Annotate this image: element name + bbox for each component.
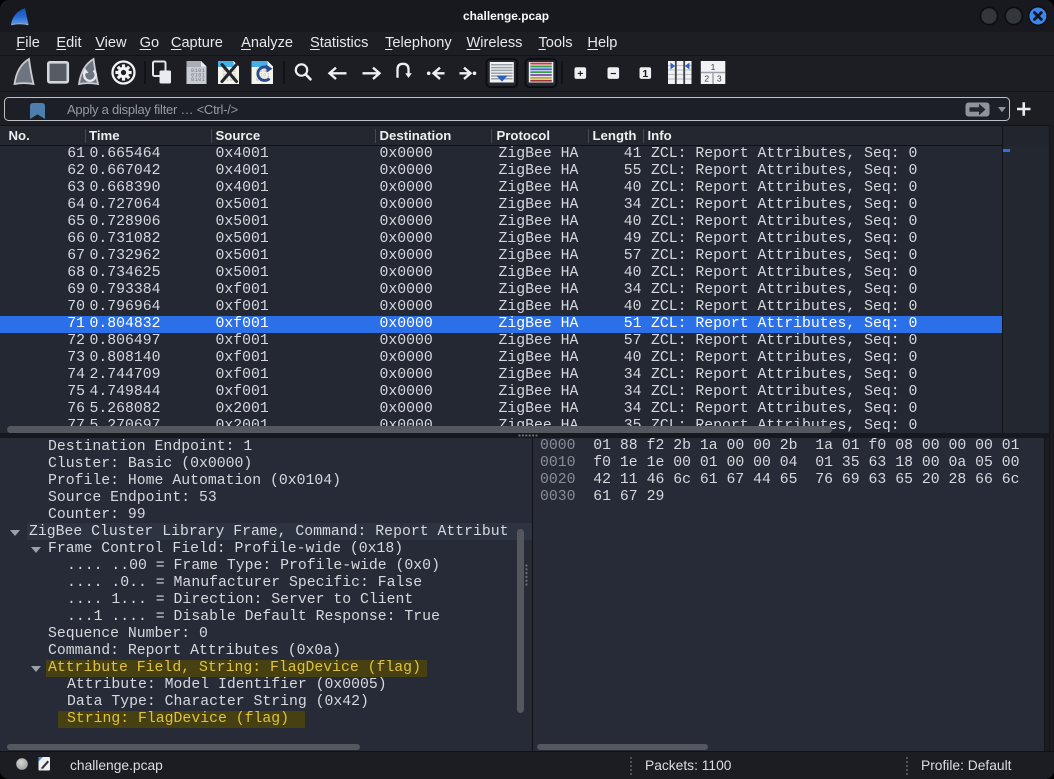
svg-text:+: +	[577, 68, 583, 80]
svg-text:−: −	[610, 68, 616, 80]
svg-text:1: 1	[711, 62, 716, 72]
svg-text:1: 1	[642, 68, 648, 80]
svg-text:2: 2	[704, 74, 709, 84]
svg-text:3: 3	[717, 74, 722, 84]
svg-text:0101: 0101	[191, 77, 205, 83]
